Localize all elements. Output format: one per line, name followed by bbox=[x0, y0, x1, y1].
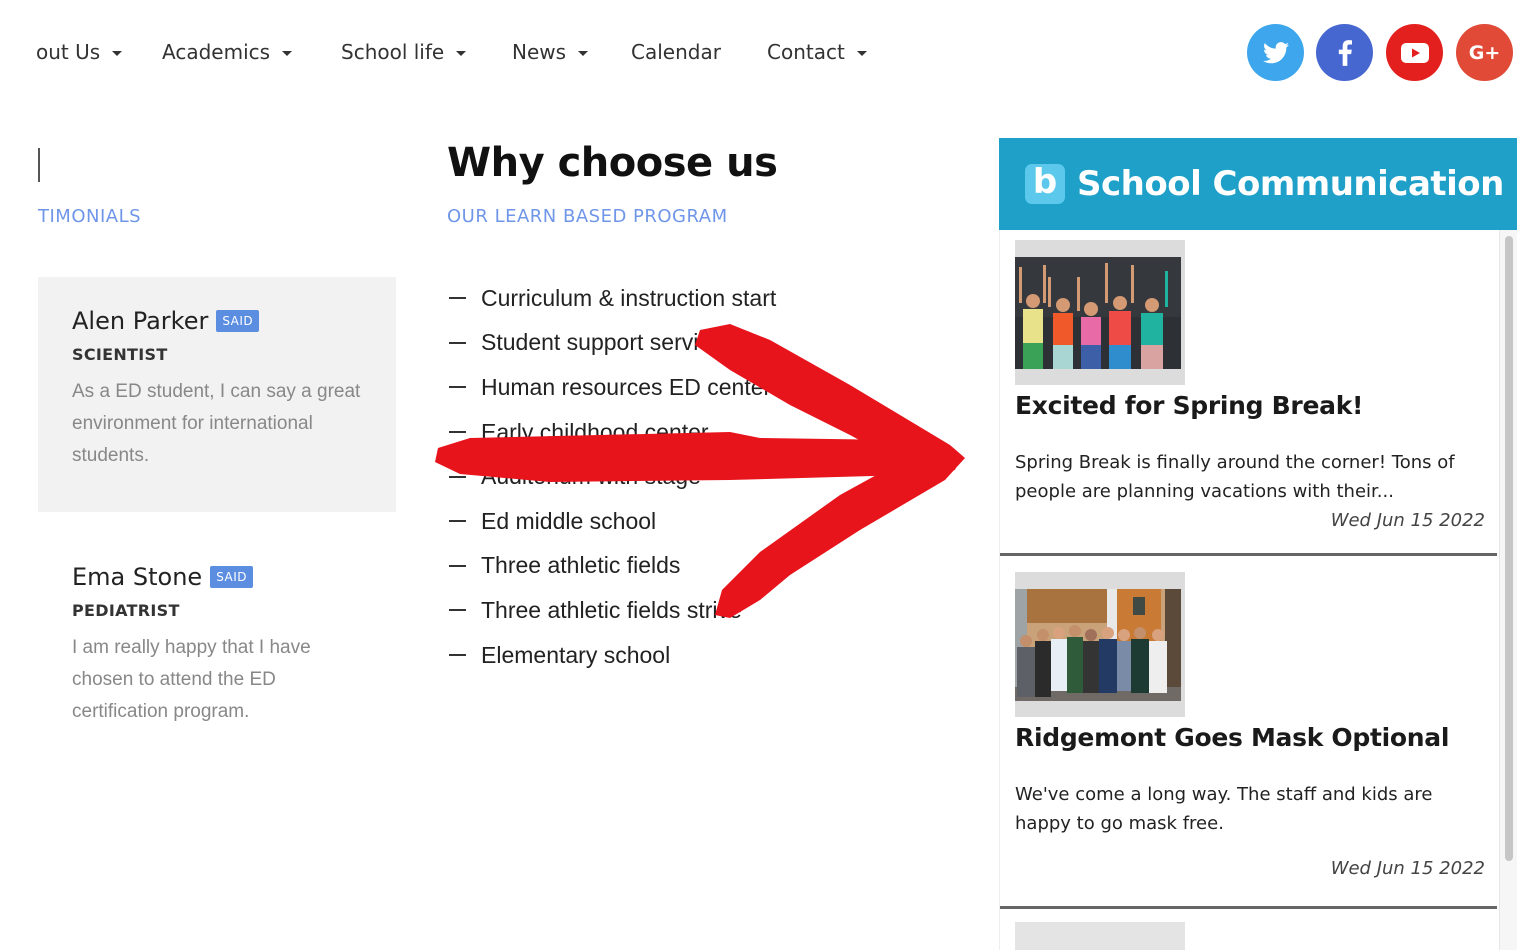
panel-title: School Communication bbox=[1077, 164, 1504, 204]
dash-icon bbox=[449, 654, 466, 657]
google-plus-button[interactable]: G+ bbox=[1456, 24, 1513, 81]
feature-label: Three athletic fields strive bbox=[481, 596, 742, 623]
feature-item: Student support services bbox=[449, 321, 776, 366]
feature-label: Human resources ED center bbox=[481, 373, 772, 400]
post-title[interactable]: Ridgemont Goes Mask Optional bbox=[1015, 723, 1485, 752]
post-thumbnail[interactable] bbox=[1015, 922, 1185, 950]
students-group bbox=[1017, 625, 1167, 697]
testimonials-section-label: TIMONIALS bbox=[38, 206, 142, 227]
dash-icon bbox=[449, 386, 466, 389]
post-divider bbox=[1000, 553, 1497, 556]
twitter-button[interactable] bbox=[1247, 24, 1304, 81]
nav-item-about-us[interactable]: out Us bbox=[36, 30, 123, 74]
dash-icon bbox=[449, 520, 466, 523]
feature-label: Auditorium with stage bbox=[481, 463, 701, 490]
dash-icon bbox=[449, 475, 466, 478]
posts-feed[interactable]: Excited for Spring Break! Spring Break i… bbox=[999, 230, 1517, 950]
post-item[interactable]: Excited for Spring Break! Spring Break i… bbox=[1015, 240, 1485, 531]
feature-label: Elementary school bbox=[481, 641, 671, 668]
nav-label: News bbox=[512, 40, 567, 64]
nav-item-contact[interactable]: Contact bbox=[767, 30, 867, 74]
dash-icon bbox=[449, 431, 466, 434]
post-image bbox=[1015, 589, 1181, 701]
youtube-button[interactable] bbox=[1386, 24, 1443, 81]
post-thumbnail[interactable] bbox=[1015, 572, 1185, 717]
feature-item: Three athletic fields strive bbox=[449, 588, 776, 633]
google-plus-icon: G+ bbox=[1468, 41, 1501, 64]
nav-label: Academics bbox=[162, 40, 271, 64]
nav-item-news[interactable]: News bbox=[512, 30, 589, 74]
facebook-icon bbox=[1338, 39, 1352, 66]
feature-item: Ed middle school bbox=[449, 499, 776, 544]
post-date: Wed Jun 15 2022 bbox=[1330, 858, 1485, 879]
post-excerpt: We've come a long way. The staff and kid… bbox=[1015, 784, 1433, 834]
nav-label: School life bbox=[341, 40, 445, 64]
youtube-icon bbox=[1400, 42, 1429, 63]
testimonial-name: Alen Parker bbox=[72, 307, 209, 335]
nav-item-academics[interactable]: Academics bbox=[162, 30, 293, 74]
feature-item: Three athletic fields bbox=[449, 544, 776, 589]
nav-label: out Us bbox=[36, 40, 101, 64]
testimonial-name: Ema Stone bbox=[72, 563, 203, 591]
why-choose-title: Why choose us bbox=[447, 140, 778, 186]
chevron-down-icon bbox=[578, 50, 589, 56]
nav-item-school-life[interactable]: School life bbox=[341, 30, 467, 74]
said-badge: SAID bbox=[216, 310, 260, 332]
feature-item: Human resources ED center bbox=[449, 365, 776, 410]
dash-icon bbox=[449, 609, 466, 612]
post-title[interactable]: Excited for Spring Break! bbox=[1015, 391, 1485, 420]
post-divider bbox=[1000, 906, 1497, 909]
facebook-button[interactable] bbox=[1316, 24, 1373, 81]
nav-item-calendar[interactable]: Calendar bbox=[631, 30, 721, 74]
twitter-icon bbox=[1262, 41, 1289, 63]
section-title-fragment bbox=[38, 148, 40, 182]
chevron-down-icon bbox=[456, 50, 467, 56]
features-list: Curriculum & instruction start Student s… bbox=[449, 276, 776, 677]
post-excerpt: Spring Break is finally around the corne… bbox=[1015, 452, 1455, 502]
chevron-down-icon bbox=[856, 50, 867, 56]
dash-icon bbox=[449, 297, 466, 300]
school-communication-panel: b School Communication Excited for Sprin… bbox=[999, 138, 1517, 950]
scrollbar-thumb[interactable] bbox=[1505, 236, 1513, 861]
nav-label: Calendar bbox=[631, 40, 721, 64]
feature-label: Curriculum & instruction start bbox=[481, 284, 777, 311]
post-thumbnail[interactable] bbox=[1015, 240, 1185, 385]
testimonial-quote: I am really happy that I have chosen to … bbox=[72, 637, 311, 722]
chevron-down-icon bbox=[112, 50, 123, 56]
testimonial-role: SCIENTIST bbox=[72, 345, 168, 364]
feature-label: Three athletic fields bbox=[481, 552, 681, 579]
feature-item: Early childhood center bbox=[449, 410, 776, 455]
why-choose-subtitle: OUR LEARN BASED PROGRAM bbox=[447, 206, 728, 227]
testimonial-card: Ema Stone SAID PEDIATRIST I am really ha… bbox=[38, 533, 396, 753]
said-badge: SAID bbox=[210, 566, 254, 588]
panel-header: b School Communication bbox=[999, 138, 1517, 230]
feature-label: Ed middle school bbox=[481, 507, 657, 534]
testimonial-quote: As a ED student, I can say a great envir… bbox=[72, 381, 361, 466]
post-item[interactable]: Ridgemont Goes Mask Optional We've come … bbox=[1015, 572, 1485, 879]
dash-icon bbox=[449, 564, 466, 567]
post-image bbox=[1015, 257, 1181, 369]
dash-icon bbox=[449, 341, 466, 344]
post-date: Wed Jun 15 2022 bbox=[1330, 510, 1485, 531]
testimonial-card: Alen Parker SAID SCIENTIST As a ED stude… bbox=[38, 277, 396, 512]
feature-item: Elementary school bbox=[449, 633, 776, 678]
bloomz-logo-icon: b bbox=[1025, 164, 1065, 204]
chevron-down-icon bbox=[282, 50, 293, 56]
feature-item: Curriculum & instruction start bbox=[449, 276, 776, 321]
nav-label: Contact bbox=[767, 40, 845, 64]
feature-label: Early childhood center bbox=[481, 418, 709, 445]
testimonial-role: PEDIATRIST bbox=[72, 601, 180, 620]
feature-label: Student support services bbox=[481, 329, 735, 356]
feature-item: Auditorium with stage bbox=[449, 454, 776, 499]
